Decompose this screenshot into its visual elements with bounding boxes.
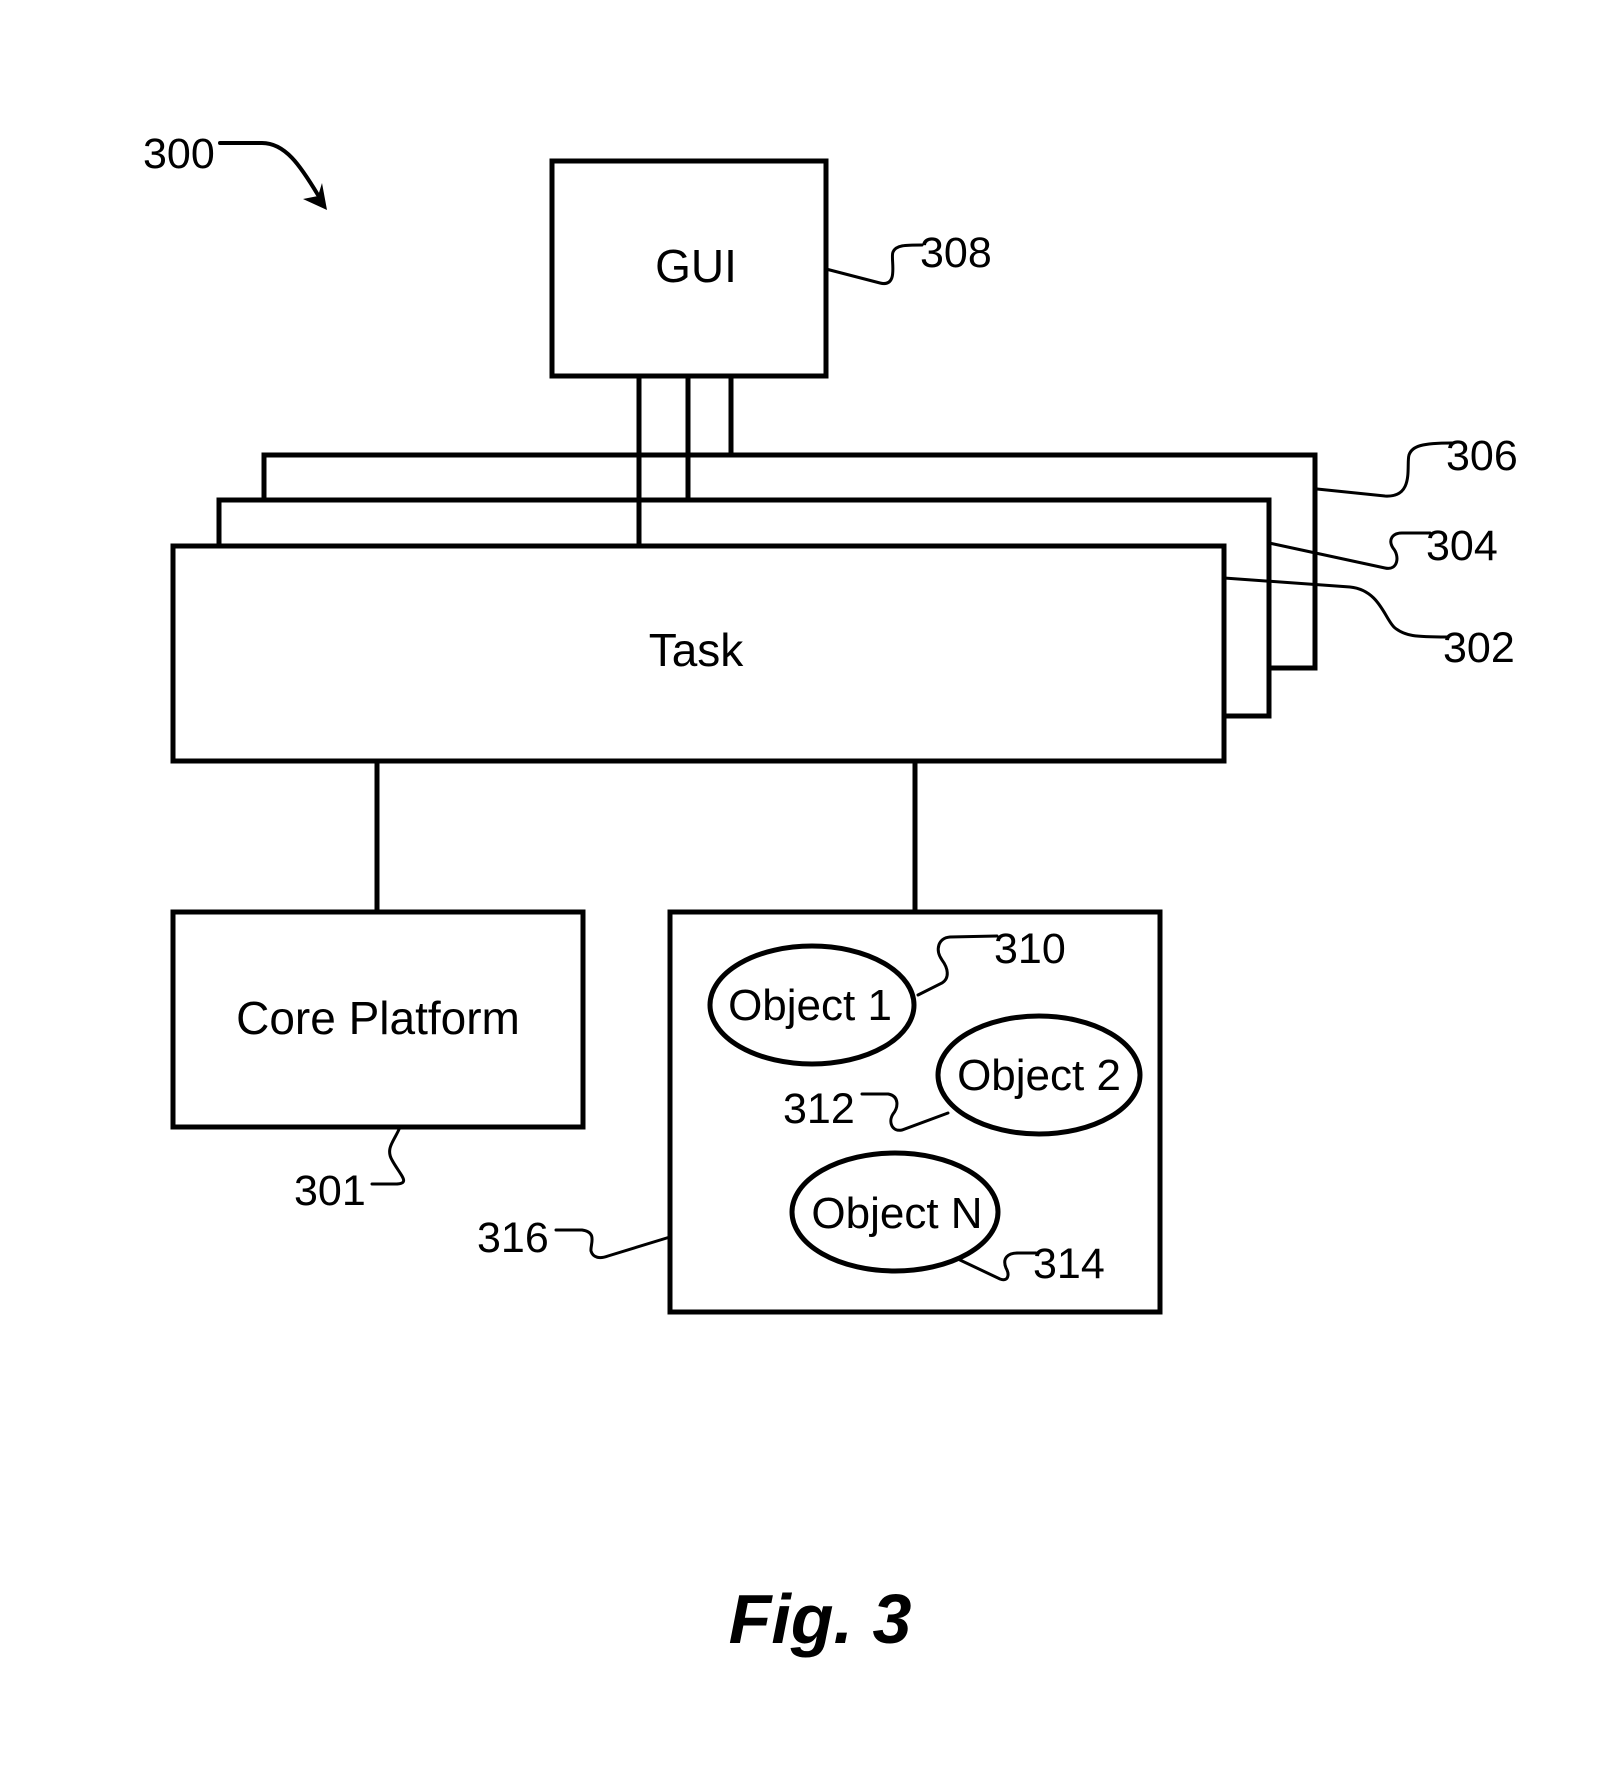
core-platform-ref-label: 301 [294, 1167, 366, 1215]
object-2[interactable]: Object 2 [935, 1013, 1143, 1137]
object-n-reference: 314 [958, 1240, 1105, 1288]
task-ref-label: 302 [1443, 624, 1515, 672]
core-platform-label: Core Platform [236, 992, 520, 1044]
gui-ref-label: 308 [920, 229, 992, 277]
figure-reference: 300 [143, 130, 327, 210]
object-2-ref-label: 312 [783, 1085, 855, 1133]
task-label: Task [649, 624, 745, 676]
object-1-ref-label: 310 [994, 925, 1066, 973]
figure-caption: Fig. 3 [729, 1580, 912, 1658]
object-n-ref-leader [958, 1251, 1038, 1282]
core-platform-block[interactable]: Core Platform [170, 909, 586, 1130]
object-1-reference: 310 [916, 925, 1066, 997]
object-2-reference: 312 [783, 1085, 950, 1133]
object-2-label: Object 2 [957, 1051, 1121, 1100]
object-1-ref-leader [916, 934, 999, 997]
object-container-ref-label: 316 [477, 1214, 549, 1262]
object-container-ref-leader [554, 1228, 672, 1260]
task-layer-2-ref-label: 304 [1426, 522, 1498, 570]
task-layer-3-ref-leader [1315, 441, 1454, 498]
task-layer-2-reference: 304 [1267, 522, 1498, 570]
patent-diagram: 300 Task GUI 308 306 304 302 Core Platfo… [143, 130, 1518, 1658]
task-block[interactable]: Task [170, 543, 1227, 764]
core-platform-reference: 301 [294, 1125, 406, 1215]
object-1-label: Object 1 [728, 981, 892, 1030]
object-1[interactable]: Object 1 [707, 943, 917, 1067]
object-n-ref-label: 314 [1033, 1240, 1105, 1288]
core-platform-ref-leader [370, 1125, 406, 1186]
task-layer-2-ref-leader [1267, 531, 1432, 570]
figure-ref-label: 300 [143, 130, 215, 178]
object-2-ref-leader [860, 1092, 950, 1132]
task-layer-3-reference: 306 [1315, 432, 1518, 498]
gui-reference: 308 [824, 229, 992, 285]
task-layer-3-ref-label: 306 [1446, 432, 1518, 480]
object-container-reference: 316 [477, 1214, 672, 1262]
figure-ref-arrow [218, 141, 320, 197]
gui-ref-leader [824, 243, 924, 285]
object-n[interactable]: Object N [789, 1150, 1001, 1274]
object-n-label: Object N [811, 1189, 982, 1238]
gui-block[interactable]: GUI [549, 158, 829, 379]
gui-label: GUI [655, 240, 737, 292]
